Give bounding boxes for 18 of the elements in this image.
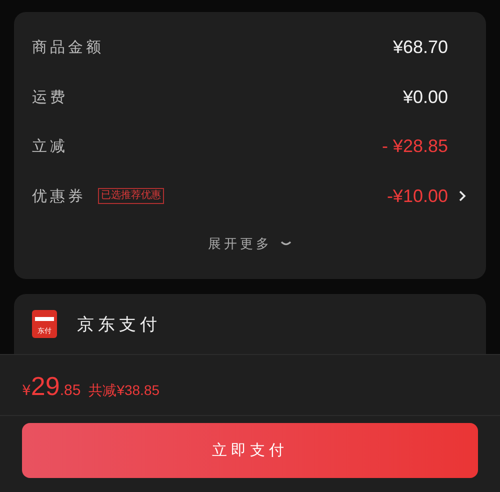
row-value: ¥68.70: [392, 37, 448, 58]
row-value: - ¥28.85: [382, 136, 448, 158]
coupon-tag: 已选推荐优惠: [98, 188, 164, 204]
row-label: 立减: [32, 137, 68, 156]
price-decimal: .85: [60, 382, 81, 399]
expand-more-link[interactable]: 展开更多: [14, 221, 486, 267]
payment-method-name: 京东支付: [77, 314, 161, 336]
row-value: -¥10.00: [386, 186, 448, 207]
chevron-down-icon: [280, 240, 292, 248]
pay-now-button[interactable]: 立即支付: [22, 423, 478, 478]
row-label: 优惠券: [32, 186, 86, 206]
total-price: 29: [30, 371, 60, 402]
row-value: ¥0.00: [402, 86, 448, 108]
row-label: 运费: [32, 88, 68, 107]
total-saving: 共减¥38.85: [88, 382, 160, 400]
currency-symbol: ¥: [22, 383, 31, 399]
chevron-right-icon[interactable]: [458, 190, 466, 202]
row-label: 商品金额: [32, 38, 104, 58]
